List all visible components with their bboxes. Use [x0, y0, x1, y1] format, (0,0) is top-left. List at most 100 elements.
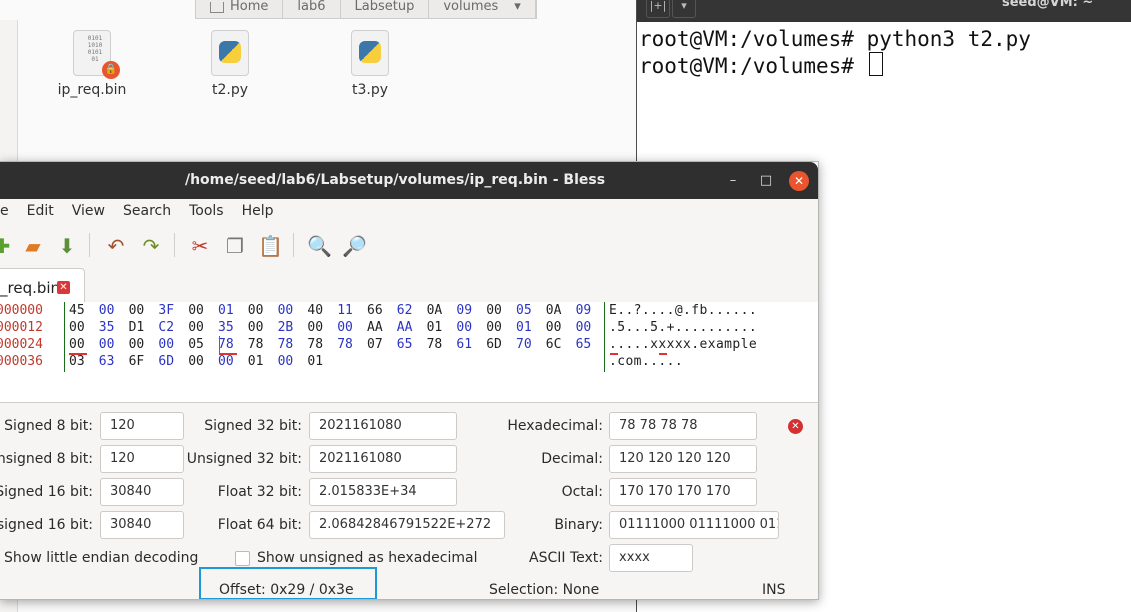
hex-byte[interactable]: 45 [69, 302, 91, 319]
undo-icon[interactable]: ↶ [104, 234, 128, 258]
close-icon[interactable]: ✕ [788, 419, 803, 434]
hex-byte[interactable]: 00 [99, 336, 121, 353]
hex-byte[interactable]: 35 [99, 319, 121, 336]
hex-view[interactable]: 000000 45 00 00 3F 00 01 00 00 40 11 66 62 0A 09 00 05 0A… [0, 302, 818, 403]
hex-byte[interactable]: 78 [278, 336, 300, 353]
minimize-button[interactable]: – [723, 171, 743, 191]
hex-byte[interactable]: 00 [158, 336, 180, 353]
terminal-prompt-line[interactable]: root@VM:/volumes# [639, 52, 1031, 79]
hex-byte[interactable]: 00 [188, 353, 210, 370]
hex-byte[interactable]: 78 [427, 336, 449, 353]
hex-byte[interactable]: 00 [248, 319, 270, 336]
terminal-output[interactable]: root@VM:/volumes# python3 t2.py root@VM:/… [639, 26, 1031, 79]
ascii-text[interactable]: E..?....@.fb...... [609, 302, 757, 319]
hex-byte[interactable]: 03 [69, 353, 91, 370]
save-icon[interactable]: ⬇ [55, 234, 79, 258]
new-tab-button[interactable]: |+| [646, 0, 670, 18]
signed-32-field[interactable]: 2021161080 [309, 412, 457, 440]
hex-byte[interactable]: 65 [397, 336, 419, 353]
ascii-text[interactable]: .com..... [609, 353, 683, 370]
hex-byte[interactable]: AA [367, 319, 389, 336]
hex-byte[interactable]: 01 [427, 319, 449, 336]
hex-byte[interactable]: 3F [158, 302, 180, 319]
replace-icon[interactable]: 🔎 [342, 234, 367, 258]
hex-byte[interactable]: 07 [367, 336, 389, 353]
hex-byte[interactable]: 05 [188, 336, 210, 353]
binary-field[interactable]: 01111000 01111000 01111000 01111000 [609, 511, 779, 539]
float-32-field[interactable]: 2.015833E+34 [309, 478, 457, 506]
hex-byte[interactable]: 00 [248, 302, 270, 319]
breadcrumb-lab6[interactable]: lab6 [283, 0, 341, 18]
hex-byte[interactable]: 01 [307, 353, 329, 370]
hex-byte[interactable]: 0A [427, 302, 449, 319]
file-item-t3[interactable]: t3.py [315, 30, 425, 98]
hex-byte[interactable]: 00 [218, 353, 240, 370]
menu-search[interactable]: Search [115, 199, 181, 223]
status-selection[interactable]: Selection: None [489, 582, 599, 598]
float-64-field[interactable]: 2.06842846791522E+272 [309, 511, 505, 539]
redo-icon[interactable]: ↷ [139, 234, 163, 258]
hex-byte[interactable]: 6D [486, 336, 508, 353]
hex-byte[interactable]: 00 [576, 319, 598, 336]
hex-byte[interactable]: 78 [307, 336, 329, 353]
hex-byte[interactable]: 01 [218, 302, 240, 319]
hex-byte[interactable]: 00 [188, 302, 210, 319]
window-titlebar[interactable]: /home/seed/lab6/Labsetup/volumes/ip_req.… [0, 162, 818, 199]
hex-byte[interactable]: 65 [576, 336, 598, 353]
hex-byte[interactable]: 00 [486, 302, 508, 319]
hex-byte[interactable]: 11 [337, 302, 359, 319]
ascii-text-field[interactable]: xxxx [609, 544, 693, 572]
hex-byte[interactable]: 00 [456, 319, 478, 336]
menu-help[interactable]: Help [234, 199, 284, 223]
hex-byte[interactable]: 00 [337, 319, 359, 336]
hex-byte[interactable]: AA [397, 319, 419, 336]
hex-byte[interactable]: 35 [218, 319, 240, 336]
hex-byte[interactable]: 78 [218, 336, 240, 353]
hex-byte[interactable]: D1 [129, 319, 151, 336]
hexadecimal-field[interactable]: 78 78 78 78 [609, 412, 757, 440]
hex-byte[interactable]: 6D [158, 353, 180, 370]
signed-8-field[interactable]: 120 [100, 412, 184, 440]
hex-byte[interactable]: 62 [397, 302, 419, 319]
hex-byte[interactable]: 00 [188, 319, 210, 336]
copy-icon[interactable]: ❐ [223, 234, 247, 258]
hex-byte[interactable]: 01 [248, 353, 270, 370]
menu-view[interactable]: View [64, 199, 115, 223]
unsigned-32-field[interactable]: 2021161080 [309, 445, 457, 473]
hex-byte[interactable]: 78 [337, 336, 359, 353]
hex-byte[interactable]: 70 [516, 336, 538, 353]
ascii-text[interactable]: .5...5.+.......... [609, 319, 757, 336]
paste-icon[interactable]: 📋 [258, 234, 283, 258]
tab-ip-req-bin[interactable]: _req.bin ✕ [0, 268, 85, 303]
hex-byte[interactable]: 00 [546, 319, 568, 336]
breadcrumb-home[interactable]: Home [196, 0, 284, 18]
hex-byte[interactable]: 78 [248, 336, 270, 353]
cut-icon[interactable]: ✂ [188, 234, 212, 258]
hex-byte[interactable]: 00 [278, 353, 300, 370]
hex-byte[interactable]: 05 [516, 302, 538, 319]
decimal-field[interactable]: 120 120 120 120 [609, 445, 757, 473]
unsigned-hex-checkbox[interactable] [235, 551, 250, 566]
ascii-text[interactable]: .....xxxxx.example [609, 336, 757, 353]
file-item-t2[interactable]: t2.py [175, 30, 285, 98]
hex-byte[interactable]: 00 [129, 302, 151, 319]
hex-byte[interactable]: 00 [278, 302, 300, 319]
maximize-button[interactable]: □ [756, 171, 776, 191]
hex-byte[interactable]: 0A [546, 302, 568, 319]
hex-byte[interactable]: 2B [278, 319, 300, 336]
breadcrumb-volumes[interactable]: volumes ▾ [429, 0, 536, 18]
hex-byte[interactable]: 66 [367, 302, 389, 319]
breadcrumb-labsetup[interactable]: Labsetup [341, 0, 430, 18]
hex-byte[interactable]: C2 [158, 319, 180, 336]
hex-byte[interactable]: 00 [69, 319, 91, 336]
chevron-down-icon[interactable]: ▾ [514, 0, 521, 14]
octal-field[interactable]: 170 170 170 170 [609, 478, 757, 506]
file-item-ip-req[interactable]: 0101 1010 0101 01 🔒 ip_req.bin [37, 30, 147, 98]
signed-16-field[interactable]: 30840 [100, 478, 184, 506]
close-button[interactable]: ✕ [789, 171, 809, 191]
hex-byte[interactable]: 09 [456, 302, 478, 319]
hex-byte[interactable]: 6F [129, 353, 151, 370]
hex-byte[interactable]: 00 [307, 319, 329, 336]
hex-byte[interactable]: 61 [456, 336, 478, 353]
hex-byte[interactable]: 6C [546, 336, 568, 353]
